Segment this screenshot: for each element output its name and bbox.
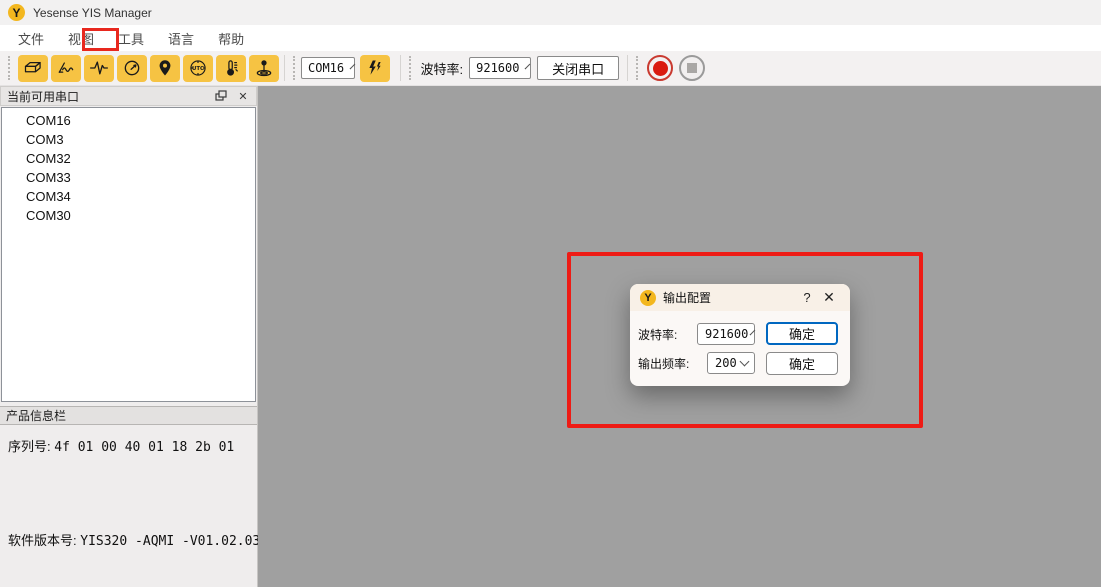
serial-number-label: 序列号: xyxy=(8,439,51,454)
menu-language[interactable]: 语言 xyxy=(160,26,202,51)
toolbar: UTC COM16 波特率: 921600 关闭串口 xyxy=(0,51,1101,86)
menu-view[interactable]: 视图 xyxy=(60,26,102,51)
output-config-dialog: Y 输出配置 ? ✕ 波特率: 921600 确定 输出频率: 200 xyxy=(630,284,850,386)
toolbar-drag-handle[interactable] xyxy=(8,56,12,80)
window-title: Yesense YIS Manager xyxy=(33,6,152,20)
port-list-item[interactable]: COM33 xyxy=(2,168,255,187)
menu-file[interactable]: 文件 xyxy=(10,26,52,51)
dialog-frequency-ok-button[interactable]: 确定 xyxy=(766,352,838,375)
serial-ports-panel: 当前可用串口 ✕ COM16 COM3 COM32 COM33 COM34 CO… xyxy=(0,86,258,587)
menu-help[interactable]: 帮助 xyxy=(210,26,252,51)
baud-rate-label: 波特率: xyxy=(421,59,464,78)
port-list-item[interactable]: COM16 xyxy=(2,111,255,130)
utc-clock-icon[interactable]: UTC xyxy=(183,55,213,82)
thermometer-icon[interactable] xyxy=(216,55,246,82)
app-logo-icon: Y xyxy=(8,4,25,21)
svg-text:UTC: UTC xyxy=(191,66,203,72)
close-serial-port-button[interactable]: 关闭串口 xyxy=(537,56,619,80)
waveform-icon[interactable] xyxy=(84,55,114,82)
title-bar: Y Yesense YIS Manager xyxy=(0,0,1101,25)
chevron-down-icon xyxy=(739,357,749,367)
close-panel-icon[interactable]: ✕ xyxy=(236,89,250,103)
workspace-area: Y 输出配置 ? ✕ 波特率: 921600 确定 输出频率: 200 xyxy=(258,86,1101,587)
record-button[interactable] xyxy=(647,55,673,81)
dialog-title: 输出配置 xyxy=(663,289,796,306)
port-list-item[interactable]: COM34 xyxy=(2,187,255,206)
dialog-baud-ok-button[interactable]: 确定 xyxy=(766,322,838,345)
sensor-probe-icon[interactable] xyxy=(249,55,279,82)
port-list-item[interactable]: COM30 xyxy=(2,206,255,225)
menu-tools[interactable]: 工具 xyxy=(110,26,152,51)
dialog-close-button[interactable]: ✕ xyxy=(818,288,840,308)
baud-rate-select[interactable]: 921600 xyxy=(469,57,531,79)
record-icon xyxy=(653,61,668,76)
port-list-item[interactable]: COM3 xyxy=(2,130,255,149)
dialog-frequency-label: 输出频率: xyxy=(638,355,689,372)
location-pin-icon[interactable] xyxy=(150,55,180,82)
stop-button[interactable] xyxy=(679,55,705,81)
toolbar-separator xyxy=(400,55,401,81)
serial-number-line: 序列号: 4f 01 00 40 01 18 2b 01 xyxy=(8,436,234,455)
port-list-item[interactable]: COM32 xyxy=(2,149,255,168)
dialog-help-button[interactable]: ? xyxy=(796,288,818,308)
output-frequency-row: 输出频率: xyxy=(638,352,689,374)
toolbar-separator xyxy=(284,55,285,81)
software-version-line: 软件版本号: YIS320 -AQMI -V01.02.03; xyxy=(8,530,268,549)
cube-3d-icon[interactable] xyxy=(18,55,48,82)
chevron-down-icon xyxy=(750,330,756,336)
chevron-down-icon xyxy=(525,64,531,70)
toolbar-drag-handle[interactable] xyxy=(409,56,413,80)
port-list: COM16 COM3 COM32 COM33 COM34 COM30 xyxy=(1,107,256,402)
menu-bar: 文件 视图 工具 语言 帮助 xyxy=(0,25,1101,51)
app-logo-icon: Y xyxy=(640,290,656,306)
stop-icon xyxy=(687,63,697,73)
chevron-down-icon xyxy=(350,64,356,70)
dialog-title-bar: Y 输出配置 ? ✕ xyxy=(630,284,850,311)
com-port-select[interactable]: COM16 xyxy=(301,57,355,79)
refresh-ports-button[interactable] xyxy=(360,55,390,82)
attitude-angle-wave-icon[interactable] xyxy=(51,55,81,82)
serial-ports-panel-header: 当前可用串口 ✕ xyxy=(0,86,257,106)
serial-number-value: 4f 01 00 40 01 18 2b 01 xyxy=(54,440,234,455)
dialog-baud-select[interactable]: 921600 xyxy=(697,323,755,345)
serial-ports-panel-title: 当前可用串口 xyxy=(7,88,79,105)
toolbar-drag-handle[interactable] xyxy=(293,56,297,80)
float-panel-icon[interactable] xyxy=(214,89,228,103)
product-info-header: 产品信息栏 xyxy=(0,406,257,425)
toolbar-drag-handle[interactable] xyxy=(636,56,640,80)
dialog-frequency-select[interactable]: 200 xyxy=(707,352,755,374)
gauge-icon[interactable] xyxy=(117,55,147,82)
software-version-value: YIS320 -AQMI -V01.02.03; xyxy=(80,534,268,549)
baud-rate-row: 波特率: xyxy=(638,323,677,345)
toolbar-separator xyxy=(627,55,628,81)
dialog-baud-label: 波特率: xyxy=(638,326,677,343)
software-version-label: 软件版本号: xyxy=(8,533,77,548)
